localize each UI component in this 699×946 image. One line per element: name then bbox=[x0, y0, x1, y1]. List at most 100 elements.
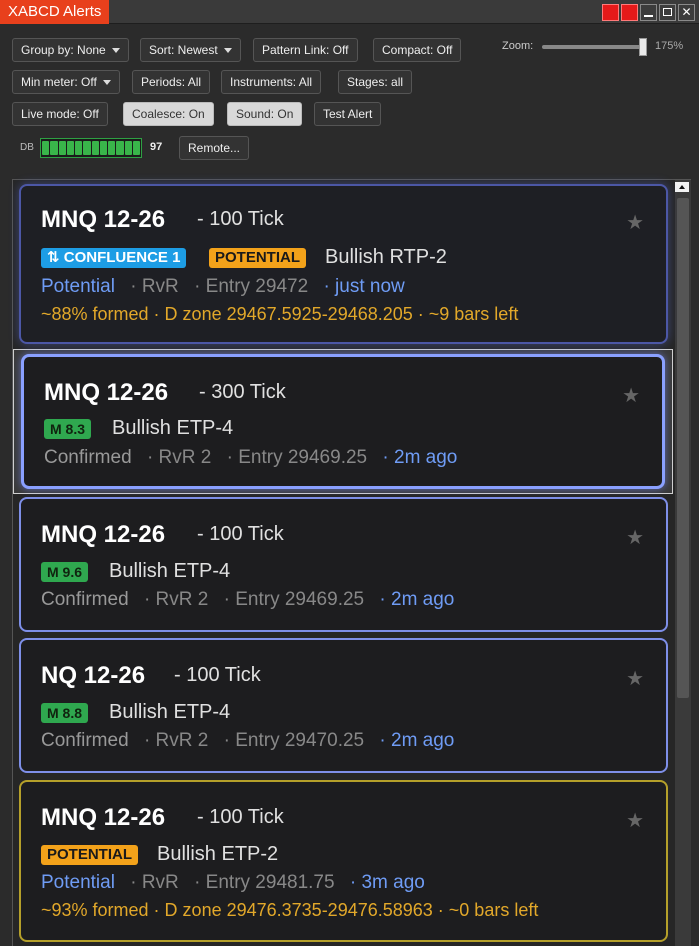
zoom-slider-thumb[interactable] bbox=[639, 38, 647, 56]
window-controls: ✕ bbox=[602, 4, 695, 21]
alert-card[interactable]: NQ 12-26 - 100 Tick ★ M 8.8 Bullish ETP-… bbox=[19, 638, 668, 773]
maximize-button[interactable] bbox=[659, 4, 676, 21]
alert-time: · just now bbox=[323, 276, 405, 297]
db-meter-segment bbox=[66, 141, 74, 155]
meter-badge: M 9.6 bbox=[41, 562, 89, 582]
alert-symbol: MNQ 12-26 bbox=[41, 206, 166, 233]
alert-meta-line: Potential · RvR · Entry 29481.75 · 3m ag… bbox=[41, 872, 425, 894]
alert-status: Confirmed bbox=[41, 589, 129, 610]
star-icon[interactable]: ★ bbox=[626, 525, 644, 550]
alert-time: · 2m ago bbox=[379, 589, 455, 610]
star-icon[interactable]: ★ bbox=[626, 808, 644, 833]
alert-meta-line: Confirmed · RvR 2 · Entry 29469.25 · 2m … bbox=[44, 447, 457, 469]
db-meter-segment bbox=[132, 141, 140, 155]
alert-period: - 100 Tick bbox=[197, 208, 284, 230]
alert-time: · 2m ago bbox=[382, 447, 458, 468]
alert-card[interactable]: MNQ 12-26 - 100 Tick ★ ⇅ CONFLUENCE 1 PO… bbox=[19, 184, 668, 344]
alert-time: · 2m ago bbox=[379, 730, 455, 751]
alert-status: Potential bbox=[41, 872, 115, 893]
sound-toggle[interactable]: Sound: On bbox=[227, 102, 303, 126]
alert-status: Confirmed bbox=[41, 730, 129, 751]
db-value: 97 bbox=[150, 141, 163, 153]
minimize-icon bbox=[644, 15, 653, 17]
alert-status: Confirmed bbox=[44, 447, 132, 468]
db-meter-segment bbox=[83, 141, 91, 155]
alert-entry: · Entry 29481.75 bbox=[194, 872, 335, 893]
periods-button[interactable]: Periods: All bbox=[132, 70, 211, 94]
chevron-down-icon bbox=[223, 48, 232, 54]
alert-symbol: MNQ 12-26 bbox=[44, 379, 169, 406]
alert-meta-line: Confirmed · RvR 2 · Entry 29469.25 · 2m … bbox=[41, 589, 454, 611]
alert-rvr: · RvR 2 bbox=[146, 447, 212, 468]
alert-time: · 3m ago bbox=[349, 872, 425, 893]
db-meter-segment bbox=[75, 141, 83, 155]
zoom-value: 175% bbox=[655, 40, 684, 52]
zoom-label: Zoom: bbox=[502, 40, 534, 52]
zoom-slider[interactable] bbox=[542, 45, 646, 49]
db-meter-segment bbox=[99, 141, 107, 155]
sort-dropdown[interactable]: Sort: Newest bbox=[140, 38, 241, 62]
chevron-down-icon bbox=[102, 80, 111, 86]
db-meter-segment bbox=[58, 141, 66, 155]
alert-symbol: NQ 12-26 bbox=[41, 662, 146, 689]
close-button[interactable]: ✕ bbox=[678, 4, 695, 21]
meter-badge: M 8.3 bbox=[44, 419, 92, 439]
alert-period: - 100 Tick bbox=[174, 664, 261, 686]
db-meter-segment bbox=[50, 141, 58, 155]
live-mode-button[interactable]: Live mode: Off bbox=[12, 102, 108, 126]
alert-pattern: Bullish ETP-4 bbox=[112, 417, 234, 439]
alert-card[interactable]: MNQ 12-26 - 100 Tick ★ M 9.6 Bullish ETP… bbox=[19, 497, 668, 632]
min-meter-dropdown[interactable]: Min meter: Off bbox=[12, 70, 120, 94]
alert-card[interactable]: MNQ 12-26 - 100 Tick ★ POTENTIAL Bullish… bbox=[19, 780, 668, 942]
db-meter-segment bbox=[116, 141, 124, 155]
alert-symbol: MNQ 12-26 bbox=[41, 521, 166, 548]
alert-rvr: · RvR 2 bbox=[143, 589, 209, 610]
alert-pattern: Bullish RTP-2 bbox=[325, 246, 447, 268]
db-meter-segment bbox=[108, 141, 116, 155]
compact-button[interactable]: Compact: Off bbox=[373, 38, 462, 62]
alert-entry: · Entry 29469.25 bbox=[226, 447, 368, 468]
alert-card-selected[interactable]: MNQ 12-26 - 300 Tick ★ M 8.3 Bullish ETP… bbox=[21, 354, 665, 489]
stages-button[interactable]: Stages: all bbox=[338, 70, 413, 94]
potential-badge: POTENTIAL bbox=[41, 845, 138, 865]
alert-meta-line: Potential · RvR · Entry 29472 · just now bbox=[41, 276, 405, 298]
db-level-meter bbox=[40, 138, 142, 158]
remote-button[interactable]: Remote... bbox=[179, 136, 250, 160]
alert-rvr: · RvR bbox=[130, 276, 179, 297]
db-meter-segment bbox=[124, 141, 132, 155]
window-title: XABCD Alerts bbox=[0, 0, 110, 24]
scroll-up-icon[interactable] bbox=[675, 182, 689, 192]
db-meter-segment bbox=[42, 141, 50, 155]
close-icon: ✕ bbox=[681, 5, 692, 19]
alert-entry: · Entry 29470.25 bbox=[223, 730, 365, 751]
alert-pattern: Bullish ETP-4 bbox=[109, 701, 231, 723]
title-bar: XABCD Alerts ✕ bbox=[0, 0, 699, 24]
db-meter-segment bbox=[91, 141, 99, 155]
alert-period: - 100 Tick bbox=[197, 806, 284, 828]
coalesce-toggle[interactable]: Coalesce: On bbox=[123, 102, 214, 126]
group-by-label: Group by: None bbox=[21, 43, 106, 57]
alert-symbol: MNQ 12-26 bbox=[41, 804, 166, 831]
potential-badge: POTENTIAL bbox=[209, 248, 306, 268]
scrollbar-thumb[interactable] bbox=[677, 198, 689, 698]
confluence-badge: ⇅ CONFLUENCE 1 bbox=[41, 248, 187, 268]
alert-formation: ~88% formed · D zone 29467.5925-29468.20… bbox=[41, 304, 519, 324]
alert-rvr: · RvR 2 bbox=[143, 730, 209, 751]
star-icon[interactable]: ★ bbox=[626, 210, 644, 235]
alert-period: - 300 Tick bbox=[199, 381, 286, 403]
minimize-button[interactable] bbox=[640, 4, 657, 21]
group-by-dropdown[interactable]: Group by: None bbox=[12, 38, 129, 62]
alert-rvr: · RvR bbox=[130, 872, 179, 893]
pin-button[interactable] bbox=[602, 4, 619, 21]
chevron-down-icon bbox=[111, 48, 120, 54]
pattern-link-button[interactable]: Pattern Link: Off bbox=[253, 38, 358, 62]
alert-status: Potential bbox=[41, 276, 115, 297]
star-icon[interactable]: ★ bbox=[626, 666, 644, 691]
instruments-button[interactable]: Instruments: All bbox=[221, 70, 322, 94]
test-alert-button[interactable]: Test Alert bbox=[314, 102, 382, 126]
star-icon[interactable]: ★ bbox=[622, 383, 640, 408]
alert-formation: ~93% formed · D zone 29476.3735-29476.58… bbox=[41, 900, 539, 920]
scrollbar[interactable] bbox=[675, 180, 691, 946]
alert-toggle-button[interactable] bbox=[621, 4, 638, 21]
db-label: DB bbox=[20, 142, 34, 153]
